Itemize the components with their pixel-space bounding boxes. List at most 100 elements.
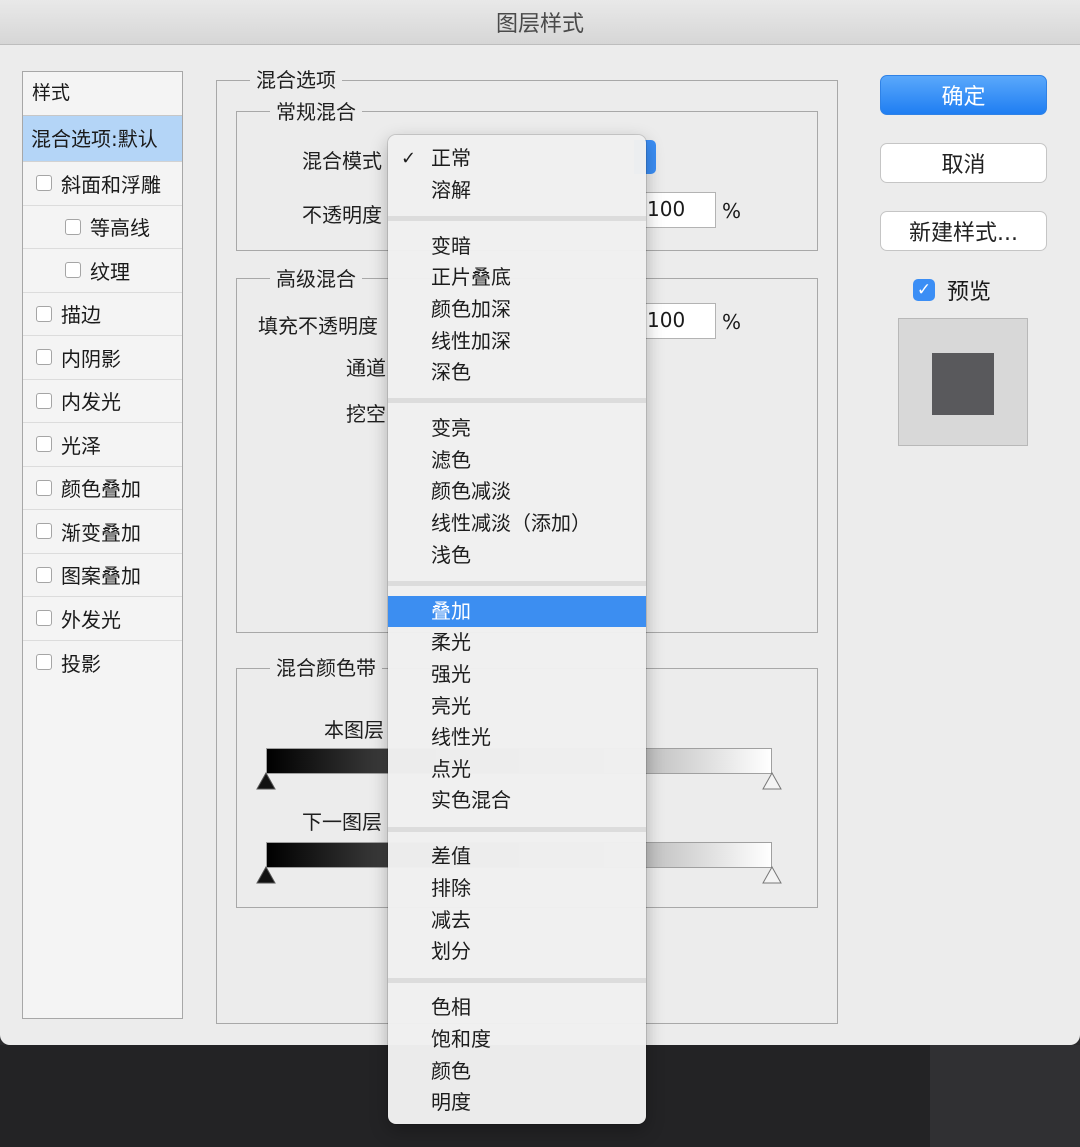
fill-opacity-label: 填充不透明度 <box>258 310 378 339</box>
blend-mode-label: 线性减淡（添加） <box>431 511 591 535</box>
preview-swatch <box>932 353 994 415</box>
channels-label: 通道 <box>346 352 386 381</box>
style-checkbox[interactable] <box>65 262 81 278</box>
style-item[interactable]: 内发光 <box>23 380 182 424</box>
underlying-layer-label: 下一图层 <box>302 806 382 835</box>
blend-mode-option[interactable]: 变亮 <box>388 413 646 444</box>
blend-mode-label: 变亮 <box>431 416 471 440</box>
style-checkbox[interactable] <box>36 393 52 409</box>
ok-button[interactable]: 确定 <box>880 75 1047 115</box>
style-item[interactable]: 光泽 <box>23 423 182 467</box>
blend-mode-label: 亮光 <box>431 694 471 718</box>
style-item-label: 颜色叠加 <box>61 473 141 502</box>
blend-mode-label: 溶解 <box>431 178 471 202</box>
style-item-label: 外发光 <box>61 604 121 633</box>
knockout-label: 挖空 <box>346 398 386 427</box>
style-item[interactable]: 颜色叠加 <box>23 467 182 511</box>
blending-options-item[interactable]: 混合选项:默认 <box>23 116 182 162</box>
blend-mode-option[interactable]: 饱和度 <box>388 1024 646 1055</box>
blend-mode-label: 实色混合 <box>431 788 511 812</box>
blend-mode-option[interactable]: 颜色减淡 <box>388 476 646 507</box>
fill-opacity-input[interactable]: 100 <box>640 303 716 339</box>
blend-mode-option[interactable]: 色相 <box>388 992 646 1023</box>
style-checkbox[interactable] <box>36 523 52 539</box>
style-item[interactable]: 纹理 <box>23 249 182 293</box>
blend-mode-option[interactable]: 点光 <box>388 754 646 785</box>
blend-mode-label: 正片叠底 <box>431 265 511 289</box>
blend-mode-option[interactable]: 滤色 <box>388 445 646 476</box>
style-checkbox[interactable] <box>36 436 52 452</box>
this-layer-label: 本图层 <box>324 714 384 743</box>
blend-mode-option[interactable]: 线性光 <box>388 722 646 753</box>
style-checkbox[interactable] <box>36 175 52 191</box>
blend-mode-label: 颜色 <box>431 1059 471 1083</box>
blend-mode-option[interactable]: 颜色 <box>388 1056 646 1087</box>
preview-checkbox[interactable]: ✓ <box>913 279 935 301</box>
this-layer-black-slider[interactable] <box>256 772 276 790</box>
style-checkbox[interactable] <box>36 306 52 322</box>
preview-label: 预览 <box>947 274 991 306</box>
style-item[interactable]: 描边 <box>23 293 182 337</box>
general-blending-title: 常规混合 <box>270 96 362 125</box>
blend-mode-option[interactable]: 柔光 <box>388 627 646 658</box>
blend-mode-option[interactable]: 溶解 <box>388 175 646 206</box>
blend-mode-label: 颜色加深 <box>431 297 511 321</box>
blend-mode-option[interactable]: 划分 <box>388 936 646 967</box>
opacity-input[interactable]: 100 <box>640 192 716 228</box>
style-item[interactable]: 外发光 <box>23 597 182 641</box>
blend-mode-label: 线性加深 <box>431 329 511 353</box>
blend-mode-option[interactable]: 线性加深 <box>388 326 646 357</box>
cancel-button[interactable]: 取消 <box>880 143 1047 183</box>
blend-mode-option[interactable]: 排除 <box>388 873 646 904</box>
checkmark-icon: ✓ <box>401 143 416 174</box>
blend-mode-option[interactable]: 差值 <box>388 841 646 872</box>
blend-mode-option[interactable]: 变暗 <box>388 231 646 262</box>
new-style-button[interactable]: 新建样式... <box>880 211 1047 251</box>
styles-list: 样式 混合选项:默认 斜面和浮雕等高线纹理描边内阴影内发光光泽颜色叠加渐变叠加图… <box>22 71 183 1019</box>
blend-mode-option[interactable]: 颜色加深 <box>388 294 646 325</box>
blend-mode-option[interactable]: 减去 <box>388 905 646 936</box>
style-item[interactable]: 等高线 <box>23 206 182 250</box>
style-item[interactable]: 内阴影 <box>23 336 182 380</box>
style-item[interactable]: 斜面和浮雕 <box>23 162 182 206</box>
advanced-blending-title: 高级混合 <box>270 263 362 292</box>
blend-mode-label: 饱和度 <box>431 1027 491 1051</box>
menu-separator <box>388 827 646 832</box>
style-item-label: 图案叠加 <box>61 560 141 589</box>
blend-mode-option[interactable]: 明度 <box>388 1087 646 1118</box>
blend-mode-option[interactable]: 叠加 <box>388 596 646 627</box>
style-item-label: 渐变叠加 <box>61 517 141 546</box>
preview-thumbnail <box>898 318 1028 446</box>
this-layer-white-slider[interactable] <box>762 772 782 790</box>
blend-mode-label: 色相 <box>431 995 471 1019</box>
style-checkbox[interactable] <box>36 610 52 626</box>
opacity-label: 不透明度 <box>302 199 382 228</box>
preview-toggle[interactable]: ✓ 预览 <box>913 274 991 306</box>
blend-mode-option[interactable]: 深色 <box>388 357 646 388</box>
blend-mode-option[interactable]: 正片叠底 <box>388 262 646 293</box>
blend-mode-label: 滤色 <box>431 448 471 472</box>
style-checkbox[interactable] <box>36 349 52 365</box>
underlying-white-slider[interactable] <box>762 866 782 884</box>
blend-mode-option[interactable]: 亮光 <box>388 691 646 722</box>
style-checkbox[interactable] <box>36 654 52 670</box>
blend-mode-option[interactable]: 强光 <box>388 659 646 690</box>
blend-mode-option[interactable]: 实色混合 <box>388 785 646 816</box>
style-checkbox[interactable] <box>36 480 52 496</box>
underlying-black-slider[interactable] <box>256 866 276 884</box>
style-item[interactable]: 渐变叠加 <box>23 510 182 554</box>
blend-mode-option[interactable]: 浅色 <box>388 540 646 571</box>
blend-mode-label: 强光 <box>431 662 471 686</box>
blend-mode-option[interactable]: 线性减淡（添加） <box>388 508 646 539</box>
blend-mode-menu: ✓正常溶解变暗正片叠底颜色加深线性加深深色变亮滤色颜色减淡线性减淡（添加） 浅色叠… <box>388 135 646 1124</box>
blend-mode-option[interactable]: ✓正常 <box>388 143 646 174</box>
fill-opacity-percent: % <box>722 310 741 334</box>
style-item[interactable]: 投影 <box>23 641 182 685</box>
style-checkbox[interactable] <box>65 219 81 235</box>
menu-separator <box>388 216 646 221</box>
style-item-label: 内发光 <box>61 386 121 415</box>
blend-mode-label: 明度 <box>431 1090 471 1114</box>
style-checkbox[interactable] <box>36 567 52 583</box>
style-item[interactable]: 图案叠加 <box>23 554 182 598</box>
blend-mode-label: 排除 <box>431 876 471 900</box>
